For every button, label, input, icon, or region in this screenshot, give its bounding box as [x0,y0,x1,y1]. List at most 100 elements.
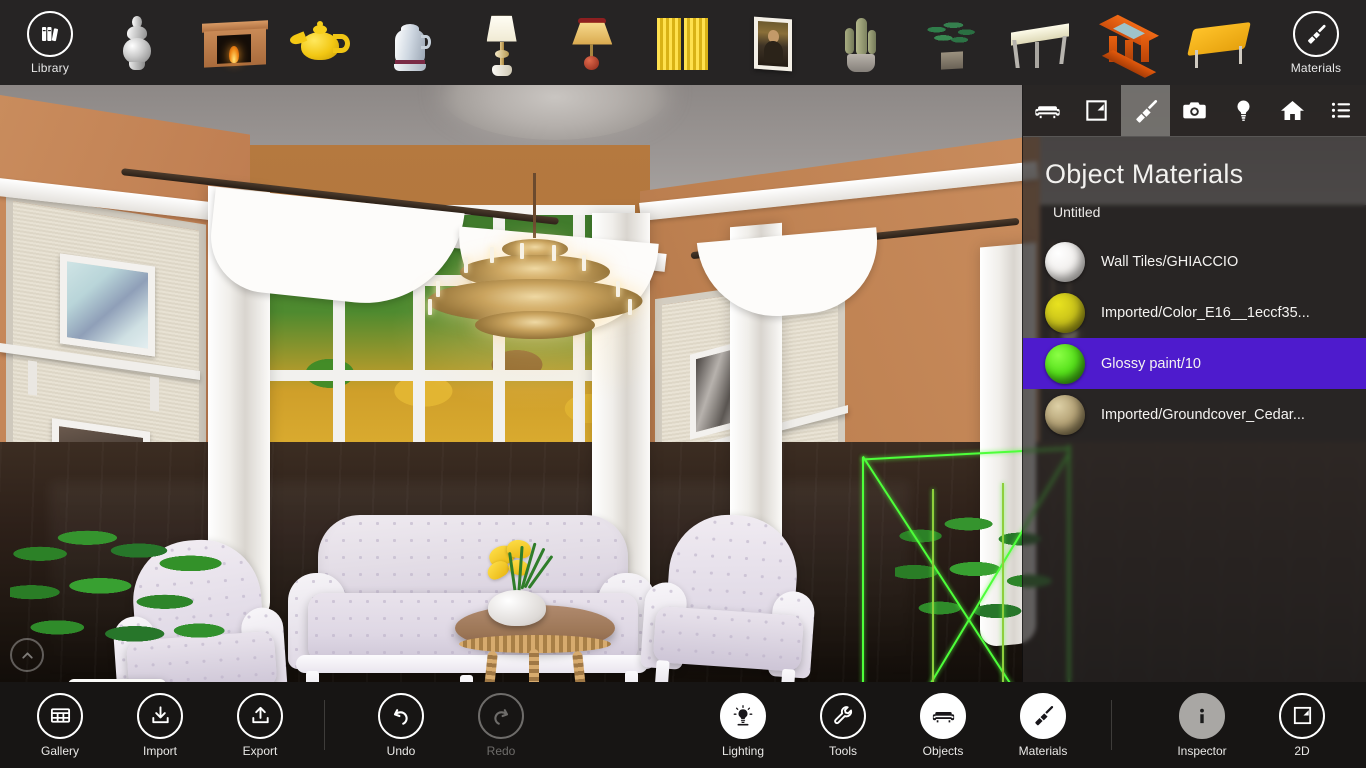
panel-title: Object Materials [1045,159,1244,189]
inspector-panel: Object Materials Untitled Wall Tiles/GHI… [1022,85,1366,682]
shelf-bracket [150,376,159,412]
material-row[interactable]: Imported/Color_E16__1eccf35... [1023,287,1366,338]
inspector-button[interactable]: Inspector [1152,682,1252,768]
material-name: Imported/Color_E16__1eccf35... [1101,304,1310,321]
armchair-right[interactable] [640,510,817,682]
tools-button[interactable]: Tools [793,682,893,768]
undo-label: Undo [386,743,416,758]
library-thumb-potted-plant[interactable] [907,0,997,85]
panel-tab-bar [1023,85,1366,137]
tab-camera[interactable] [1170,85,1219,136]
redo-label: Redo [486,743,516,758]
wrench-icon [820,692,866,739]
armchair-seat [652,605,805,673]
chandelier-tier [475,311,595,339]
tools-label: Tools [828,743,857,758]
export-icon [237,692,283,739]
material-row[interactable]: Wall Tiles/GHIACCIO [1023,236,1366,287]
library-thumb-silver-vase[interactable] [100,0,190,85]
library-button[interactable]: Library [0,0,100,85]
library-thumb-fireplace[interactable] [190,0,280,85]
info-icon [1179,692,1225,739]
toolbar-separator [324,700,325,750]
shelf-bracket [28,360,37,396]
undo-button[interactable]: Undo [351,682,451,768]
objects-label: Objects [922,743,964,758]
material-swatch [1045,241,1085,282]
tab-home[interactable] [1268,85,1317,136]
material-row-selected[interactable]: Glossy paint/10 [1023,338,1366,389]
material-row[interactable]: Imported/Groundcover_Cedar... [1023,389,1366,440]
material-name: Wall Tiles/GHIACCIO [1101,253,1239,270]
panel-subtitle: Untitled [1053,204,1101,220]
materials-library-button-label: Materials [1290,60,1342,75]
material-swatch [1045,343,1085,384]
import-icon [137,692,183,739]
camera-icon [1181,97,1208,124]
2d-view-label: 2D [1294,743,1310,758]
library-thumb-white-table[interactable] [997,0,1087,85]
library-thumb-mona-lisa-painting[interactable] [728,0,818,85]
material-swatch [1045,394,1085,435]
tab-floorplan[interactable] [1072,85,1121,136]
library-thumb-yellow-curtain[interactable] [638,0,728,85]
tab-lighting[interactable] [1219,85,1268,136]
chevron-up-icon [19,647,36,664]
import-button[interactable]: Import [110,682,210,768]
inspector-label: Inspector [1177,743,1227,758]
export-button[interactable]: Export [210,682,310,768]
material-name: Imported/Groundcover_Cedar... [1101,406,1305,423]
import-label: Import [142,743,177,758]
library-button-label: Library [30,60,70,75]
materials-button[interactable]: Materials [993,682,1093,768]
library-thumb-blue-jug[interactable] [369,0,459,85]
bottom-toolbar: Gallery Import Export Undo Redo Lighting… [0,682,1366,768]
2d-view-button[interactable]: 2D [1252,682,1352,768]
gallery-label: Gallery [40,743,79,758]
redo-icon [478,692,524,739]
paintbrush-icon [1292,10,1339,57]
library-thumb-cactus[interactable] [818,0,908,85]
chandelier[interactable] [420,233,650,353]
lightbulb-icon [720,692,766,739]
tab-list[interactable] [1317,85,1366,136]
paintbrush-icon [1132,97,1160,125]
sofa-icon [920,692,966,739]
chandelier-cord [533,173,536,238]
library-thumb-yellow-low-table[interactable] [1176,0,1266,85]
paintbrush-icon [1020,692,1066,739]
wall-art-abstract-blue [60,253,155,357]
library-thumb-table-lamp[interactable] [459,0,549,85]
library-toolbar: Library Materials [0,0,1366,85]
flower-vase [488,590,546,626]
material-swatch [1045,292,1085,333]
home-icon [1279,97,1306,124]
gallery-icon [37,692,83,739]
floorplan-icon [1084,98,1109,123]
lighting-button[interactable]: Lighting [693,682,793,768]
library-thumb-orange-glass-table[interactable] [1087,0,1177,85]
library-thumb-yellow-teapot[interactable] [279,0,369,85]
sofa-backrest [318,515,628,605]
materials-list[interactable]: Wall Tiles/GHIACCIO Imported/Color_E16__… [1023,232,1366,682]
toolbar-separator [1111,700,1112,750]
tab-materials[interactable] [1121,85,1170,136]
app-root: Library Materials Object Materials Untit… [0,0,1366,768]
floorplan-icon [1279,692,1325,739]
undo-icon [378,692,424,739]
lighting-label: Lighting [721,743,765,758]
export-label: Export [242,743,278,758]
tab-objects[interactable] [1023,85,1072,136]
list-icon [1329,98,1354,123]
redo-button: Redo [451,682,551,768]
materials-library-button[interactable]: Materials [1266,0,1366,85]
material-name: Glossy paint/10 [1101,355,1201,372]
sofa-icon [1034,97,1061,124]
library-thumb-red-shade-lamp[interactable] [548,0,638,85]
viewport-collapse-button[interactable] [10,638,44,672]
gallery-button[interactable]: Gallery [10,682,110,768]
objects-button[interactable]: Objects [893,682,993,768]
materials-label: Materials [1018,743,1068,758]
lightbulb-icon [1231,98,1256,123]
library-books-icon [27,10,73,57]
